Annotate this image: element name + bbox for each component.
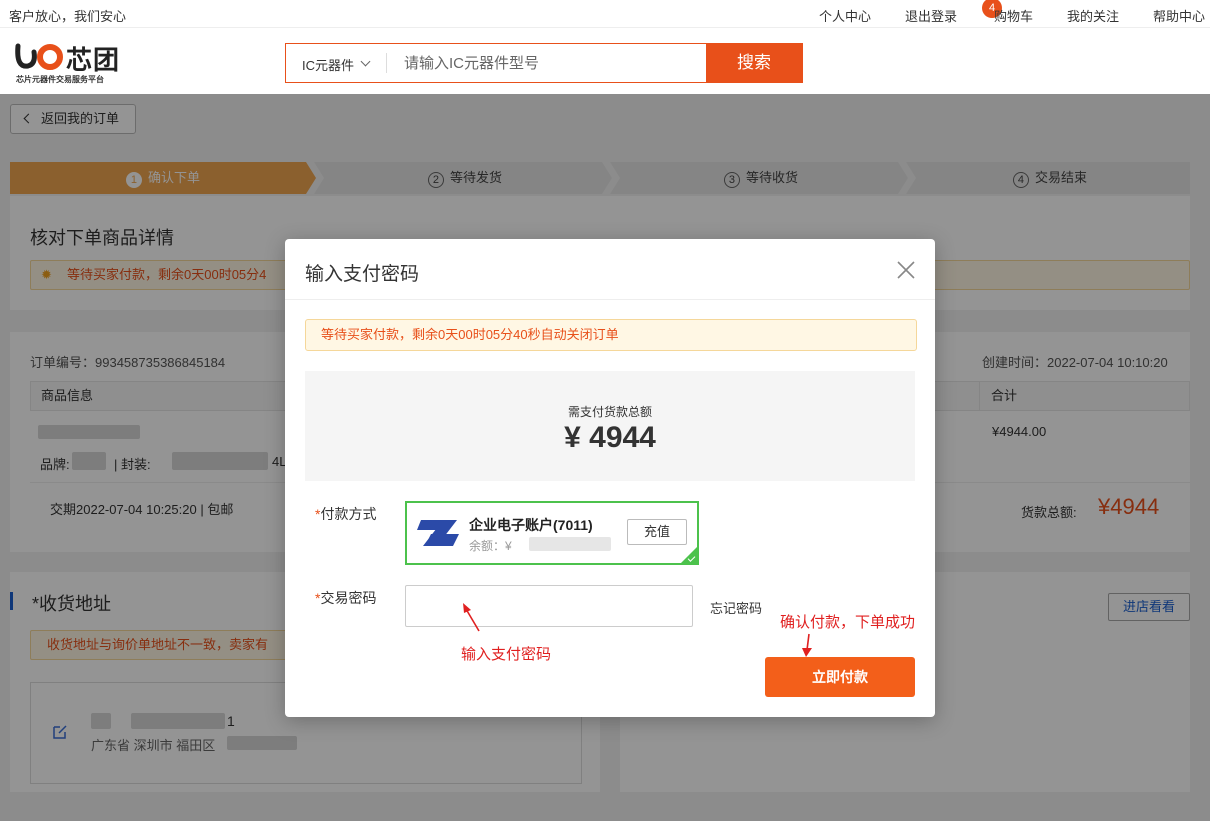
blurred-balance xyxy=(529,537,611,551)
annotation-password-hint: 输入支付密码 xyxy=(461,646,552,663)
payment-password-dialog: 输入支付密码 等待买家付款，剩余0天00时05分40秒自动关闭订单 需支付货款总… xyxy=(285,239,935,717)
logout-link[interactable]: 退出登录 xyxy=(905,6,957,25)
bank-logo-icon xyxy=(417,520,459,546)
annotation-arrow-icon xyxy=(463,603,480,632)
annotation-pay-hint: 确认付款，下单成功 xyxy=(780,614,916,631)
amount-box: 需支付货款总额 ¥ 4944 xyxy=(305,371,915,481)
logo-mark-icon xyxy=(15,43,63,70)
forgot-password-link[interactable]: 忘记密码 xyxy=(710,598,762,617)
pay-method-label: *付款方式 xyxy=(315,506,377,522)
search-category-select[interactable]: IC元器件 xyxy=(302,55,354,74)
follow-link[interactable]: 我的关注 xyxy=(1067,6,1119,25)
site-logo[interactable]: 芯团 芯片元器件交易服务平台 xyxy=(14,40,124,86)
brand-name: 芯团 xyxy=(66,45,121,75)
dialog-warning-bar: 等待买家付款，剩余0天00时05分40秒自动关闭订单 xyxy=(305,319,917,351)
divider xyxy=(386,53,387,73)
personal-center-link[interactable]: 个人中心 xyxy=(819,6,871,25)
divider xyxy=(285,299,935,300)
pay-now-button[interactable]: 立即付款 xyxy=(765,657,915,697)
top-bar: 客户放心，我们安心 个人中心 退出登录 4 购物车 我的关注 帮助中心 xyxy=(0,0,1210,28)
annotation-arrow-icon xyxy=(802,633,812,657)
close-icon[interactable] xyxy=(895,259,917,281)
search-input[interactable] xyxy=(404,52,694,74)
search-button[interactable]: 搜索 xyxy=(706,44,802,82)
amount-label: 需支付货款总额 xyxy=(567,405,652,419)
cart-link[interactable]: 购物车 xyxy=(994,6,1033,25)
search-bar: IC元器件 搜索 xyxy=(285,43,803,83)
site-header: 芯团 芯片元器件交易服务平台 IC元器件 搜索 xyxy=(0,28,1210,94)
slogan: 客户放心，我们安心 xyxy=(9,9,127,24)
brand-subtitle: 芯片元器件交易服务平台 xyxy=(16,75,104,84)
recharge-button[interactable]: 充值 xyxy=(627,519,687,545)
help-link[interactable]: 帮助中心 xyxy=(1153,6,1205,25)
payment-method-option[interactable]: 企业电子账户(7011) 余额：¥ 充值 xyxy=(405,501,699,565)
dialog-title: 输入支付密码 xyxy=(305,264,420,285)
password-label: *交易密码 xyxy=(315,590,377,606)
payment-password-input[interactable] xyxy=(405,585,693,627)
account-balance: 余额：¥ xyxy=(469,539,512,553)
chevron-down-icon xyxy=(360,56,371,67)
dialog-warning-text: 等待买家付款，剩余0天00时05分40秒自动关闭订单 xyxy=(321,327,619,342)
account-name: 企业电子账户(7011) xyxy=(469,517,593,533)
amount-value: ¥ 4944 xyxy=(564,421,656,454)
